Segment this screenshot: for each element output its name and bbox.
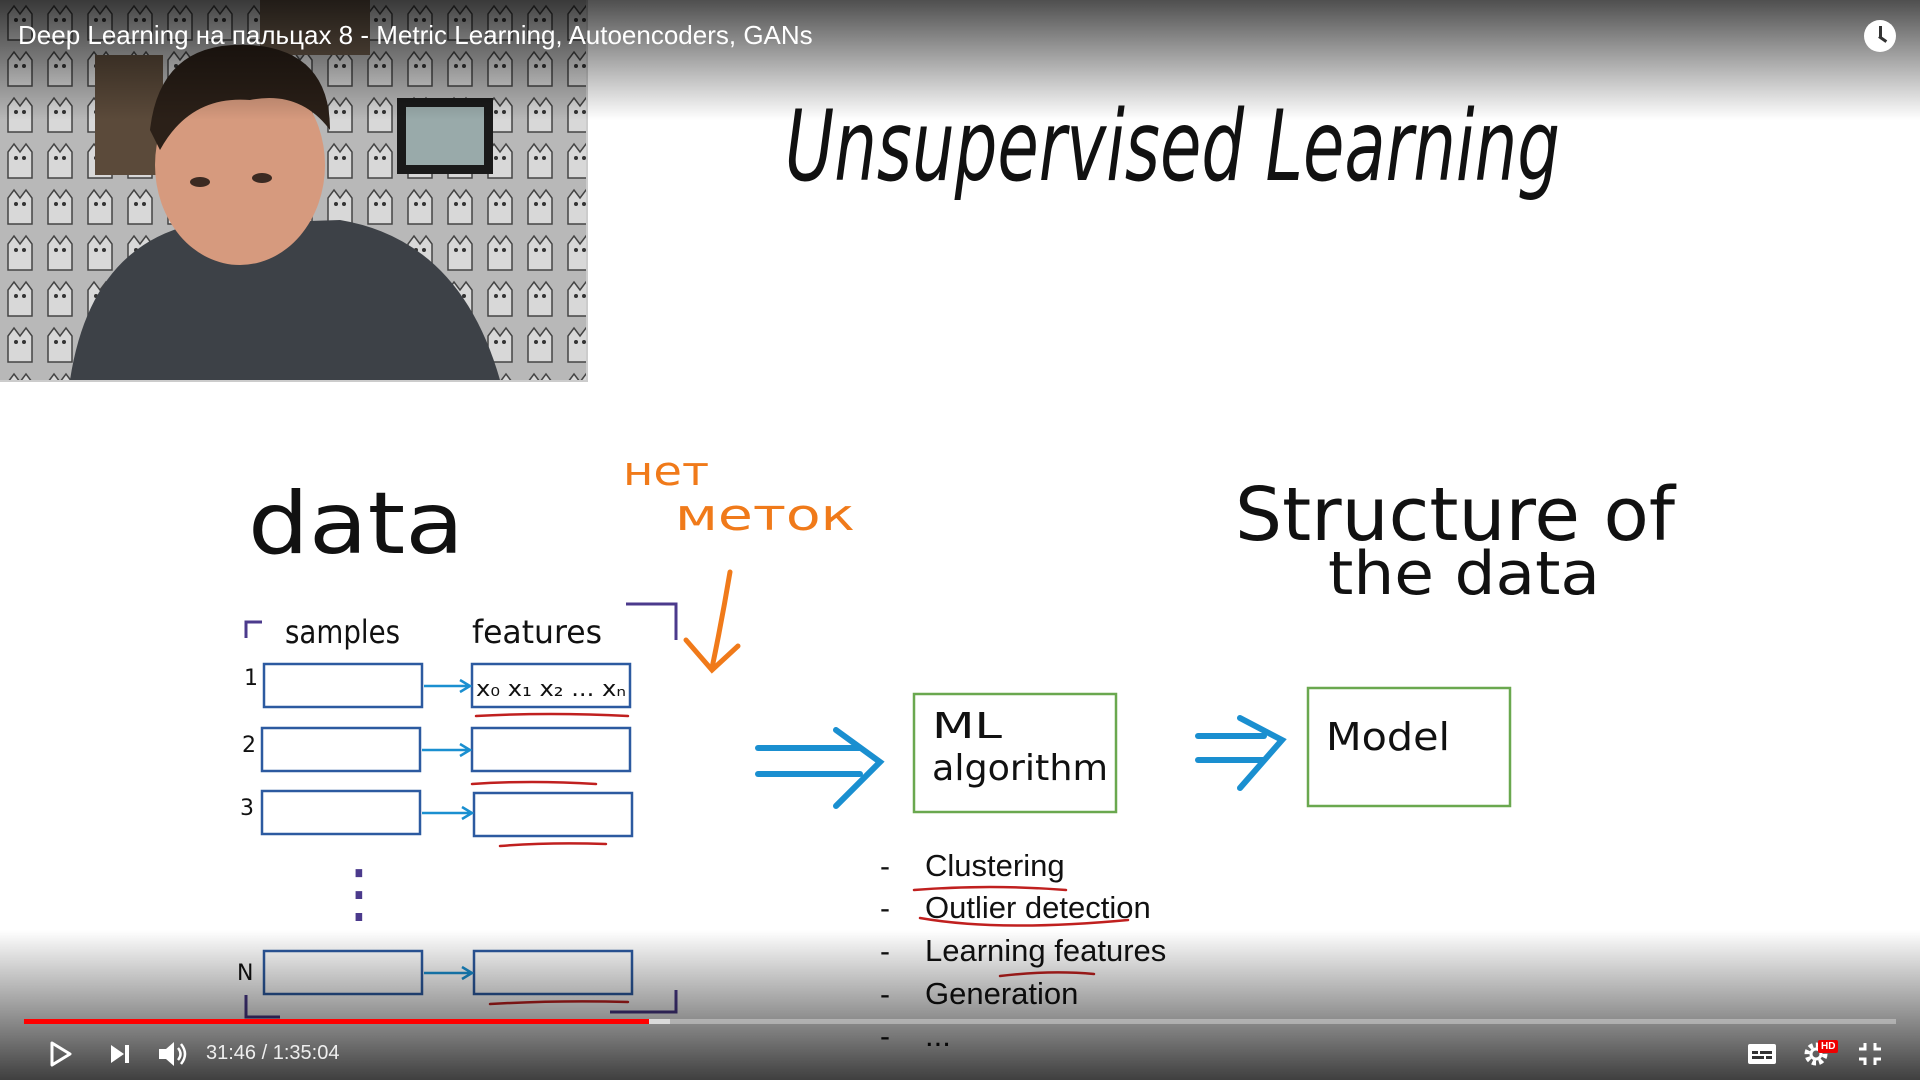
bullet-dash: - bbox=[880, 892, 890, 925]
bullet-dash: - bbox=[880, 1020, 890, 1053]
vertical-ellipsis: ⋮ bbox=[327, 857, 391, 931]
subtitles-button[interactable] bbox=[1744, 1036, 1780, 1072]
feature-box bbox=[472, 949, 634, 996]
data-label: data bbox=[248, 474, 464, 574]
play-button[interactable] bbox=[42, 1036, 78, 1072]
exit-fullscreen-button[interactable] bbox=[1852, 1036, 1888, 1072]
board-heading: Unsupervised Learning bbox=[785, 90, 1560, 204]
hd-badge: HD bbox=[1818, 1040, 1839, 1053]
purple-brackets bbox=[244, 602, 678, 1019]
row-label: 1 bbox=[244, 666, 258, 691]
video-frame[interactable]: Unsupervised Learning data нет меток sam… bbox=[0, 0, 1920, 1080]
watch-later-icon[interactable] bbox=[1864, 20, 1896, 52]
no-labels-note-line2: меток bbox=[675, 490, 855, 541]
bullet-dash: - bbox=[880, 850, 890, 883]
structure-line2: the data bbox=[1328, 539, 1600, 609]
task-item: Generation bbox=[925, 976, 1078, 1011]
samples-label: samples bbox=[285, 613, 400, 651]
sample-box bbox=[260, 789, 422, 836]
sample-box bbox=[260, 726, 422, 773]
sample-box bbox=[262, 949, 424, 996]
play-icon bbox=[50, 1041, 72, 1067]
row-label: 3 bbox=[240, 796, 254, 821]
feature-underlines bbox=[470, 712, 630, 1006]
volume-button[interactable] bbox=[154, 1036, 194, 1072]
next-icon bbox=[111, 1045, 129, 1063]
row-label: 2 bbox=[242, 733, 256, 758]
feature-box bbox=[472, 791, 634, 838]
row-label: N bbox=[237, 961, 253, 986]
time-display: 31:46 / 1:35:04 bbox=[206, 1042, 340, 1064]
row-arrows bbox=[422, 678, 475, 981]
subtitles-icon bbox=[1748, 1044, 1776, 1064]
double-arrow-to-ml bbox=[755, 727, 885, 809]
orange-down-arrow bbox=[683, 569, 741, 674]
bullet-dash: - bbox=[880, 978, 890, 1011]
no-labels-note-line1: нет bbox=[623, 449, 709, 495]
model-label: Model bbox=[1326, 715, 1450, 759]
ml-box-line2: algorithm bbox=[932, 748, 1108, 789]
ml-box-line1: ML bbox=[932, 706, 1002, 747]
feature-box bbox=[470, 726, 632, 773]
volume-icon bbox=[159, 1042, 187, 1066]
exit-fullscreen-icon bbox=[1859, 1043, 1881, 1065]
sample-box bbox=[262, 662, 424, 709]
features-label: features bbox=[472, 613, 602, 651]
progress-played bbox=[24, 1019, 650, 1024]
bullet-dash: - bbox=[880, 935, 890, 968]
double-arrow-to-model bbox=[1195, 715, 1287, 791]
task-item: Clustering bbox=[925, 848, 1065, 883]
next-button[interactable] bbox=[102, 1036, 138, 1072]
task-item: Learning features bbox=[925, 933, 1166, 968]
feature-vector: x₀ x₁ x₂ ... xₙ bbox=[476, 677, 626, 702]
webcam-image bbox=[0, 0, 586, 380]
webcam-overlay bbox=[0, 0, 588, 382]
video-title[interactable]: Deep Learning на пальцах 8 - Metric Lear… bbox=[18, 20, 813, 51]
progress-bar[interactable] bbox=[24, 1019, 1896, 1024]
